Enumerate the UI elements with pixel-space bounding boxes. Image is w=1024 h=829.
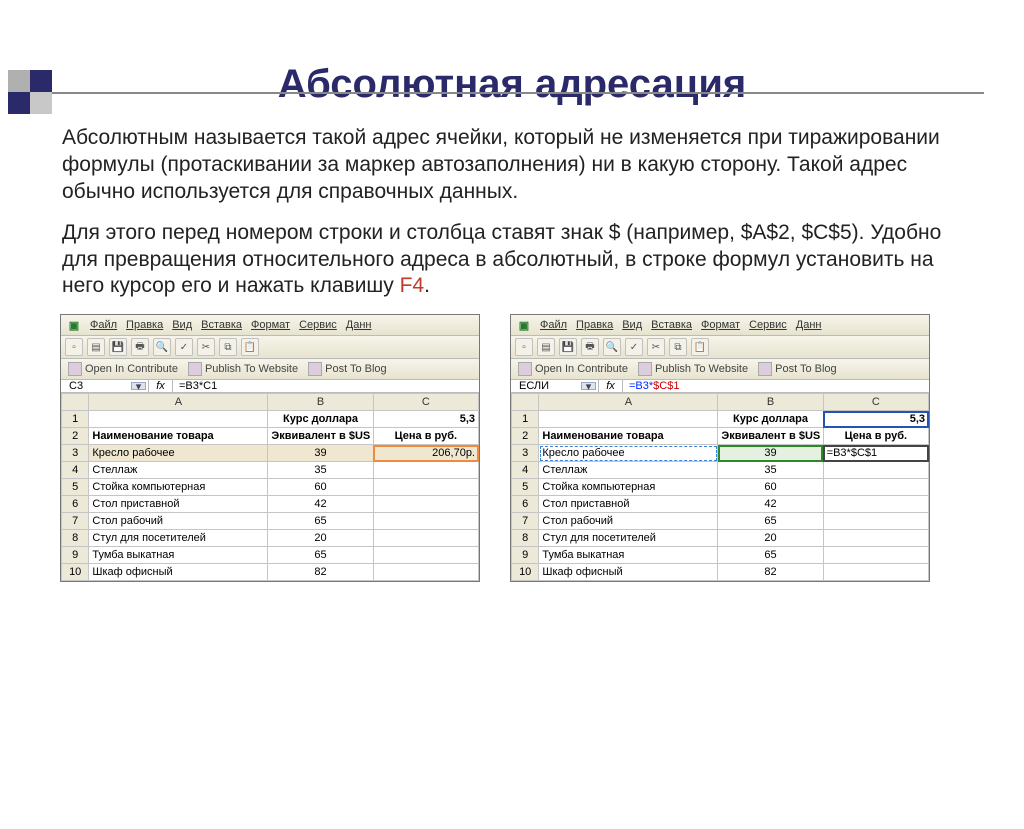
preview-icon[interactable]: 🔍 [603, 338, 621, 356]
app-icon: ▣ [517, 318, 531, 332]
publish-to-website[interactable]: Publish To Website [635, 361, 751, 377]
formula-input[interactable]: =B3*$C$1 [623, 380, 929, 392]
new-icon[interactable]: ▫ [65, 338, 83, 356]
menu-file[interactable]: Файл [90, 319, 117, 331]
menu-tools[interactable]: Сервис [749, 319, 787, 331]
menu-data[interactable]: Данн [796, 319, 822, 331]
col-a[interactable]: A [539, 394, 718, 411]
formula-input[interactable]: =B3*C1 [173, 380, 479, 392]
contribute-toolbar: Open In Contribute Publish To Website Po… [61, 359, 479, 380]
save-icon[interactable]: 💾 [109, 338, 127, 356]
menu-bar: ▣ Файл Правка Вид Вставка Формат Сервис … [511, 315, 929, 336]
menu-format[interactable]: Формат [701, 319, 740, 331]
open-icon[interactable]: ▤ [87, 338, 105, 356]
col-c[interactable]: C [373, 394, 478, 411]
paragraph-1: Абсолютным называется такой адрес ячейки… [62, 125, 978, 206]
standard-toolbar: ▫ ▤ 💾 🖶 🔍 ✓ ✂ ⧉ 📋 [511, 336, 929, 359]
post-to-blog[interactable]: Post To Blog [305, 361, 390, 377]
cut-icon[interactable]: ✂ [647, 338, 665, 356]
divider [52, 92, 984, 94]
key-f4: F4 [400, 274, 425, 297]
formula-bar: ЕСЛИ▾ fx =B3*$C$1 [511, 380, 929, 393]
contribute-toolbar: Open In Contribute Publish To Website Po… [511, 359, 929, 380]
excel-screenshot-right: ▣ Файл Правка Вид Вставка Формат Сервис … [510, 314, 930, 582]
active-cell[interactable]: 206,70р. [373, 445, 478, 462]
menu-bar: ▣ Файл Правка Вид Вставка Формат Сервис … [61, 315, 479, 336]
copy-icon[interactable]: ⧉ [219, 338, 237, 356]
publish-icon [188, 362, 202, 376]
menu-edit[interactable]: Правка [576, 319, 613, 331]
print-icon[interactable]: 🖶 [581, 338, 599, 356]
standard-toolbar: ▫ ▤ 💾 🖶 🔍 ✓ ✂ ⧉ 📋 [61, 336, 479, 359]
open-in-contribute[interactable]: Open In Contribute [515, 361, 631, 377]
menu-file[interactable]: Файл [540, 319, 567, 331]
spreadsheet-grid[interactable]: ABC 1Курс доллара5,3 2Наименование товар… [61, 393, 479, 581]
paste-icon[interactable]: 📋 [691, 338, 709, 356]
menu-data[interactable]: Данн [346, 319, 372, 331]
spell-icon[interactable]: ✓ [625, 338, 643, 356]
app-icon: ▣ [67, 318, 81, 332]
print-icon[interactable]: 🖶 [131, 338, 149, 356]
paragraph-2-text: Для этого перед номером строки и столбца… [62, 221, 941, 298]
menu-view[interactable]: Вид [172, 319, 192, 331]
name-box[interactable]: C3▾ [61, 380, 149, 392]
spell-icon[interactable]: ✓ [175, 338, 193, 356]
paragraph-2: Для этого перед номером строки и столбца… [62, 220, 978, 301]
contribute-icon [518, 362, 532, 376]
menu-tools[interactable]: Сервис [299, 319, 337, 331]
publish-to-website[interactable]: Publish To Website [185, 361, 301, 377]
copy-icon[interactable]: ⧉ [669, 338, 687, 356]
col-c[interactable]: C [823, 394, 928, 411]
paste-icon[interactable]: 📋 [241, 338, 259, 356]
spreadsheet-grid[interactable]: ABC 1Курс доллара5,3 2Наименование товар… [511, 393, 929, 581]
col-b[interactable]: B [268, 394, 373, 411]
fx-label: fx [149, 380, 173, 392]
col-a[interactable]: A [89, 394, 268, 411]
menu-insert[interactable]: Вставка [201, 319, 242, 331]
fx-label: fx [599, 380, 623, 392]
ref-cell-b3[interactable]: 39 [718, 445, 823, 462]
blog-icon [308, 362, 322, 376]
active-cell[interactable]: =B3*$C$1 [823, 445, 928, 462]
chevron-down-icon[interactable]: ▾ [131, 382, 146, 390]
preview-icon[interactable]: 🔍 [153, 338, 171, 356]
menu-format[interactable]: Формат [251, 319, 290, 331]
formula-bar: C3▾ fx =B3*C1 [61, 380, 479, 393]
post-to-blog[interactable]: Post To Blog [755, 361, 840, 377]
new-icon[interactable]: ▫ [515, 338, 533, 356]
name-box[interactable]: ЕСЛИ▾ [511, 380, 599, 392]
cut-icon[interactable]: ✂ [197, 338, 215, 356]
open-icon[interactable]: ▤ [537, 338, 555, 356]
save-icon[interactable]: 💾 [559, 338, 577, 356]
ref-cell-c1[interactable]: 5,3 [823, 411, 928, 428]
chevron-down-icon[interactable]: ▾ [581, 382, 596, 390]
col-b[interactable]: B [718, 394, 823, 411]
menu-edit[interactable]: Правка [126, 319, 163, 331]
blog-icon [758, 362, 772, 376]
menu-insert[interactable]: Вставка [651, 319, 692, 331]
excel-screenshot-left: ▣ Файл Правка Вид Вставка Формат Сервис … [60, 314, 480, 582]
open-in-contribute[interactable]: Open In Contribute [65, 361, 181, 377]
publish-icon [638, 362, 652, 376]
page-title: Абсолютная адресация [0, 62, 1024, 107]
contribute-icon [68, 362, 82, 376]
menu-view[interactable]: Вид [622, 319, 642, 331]
